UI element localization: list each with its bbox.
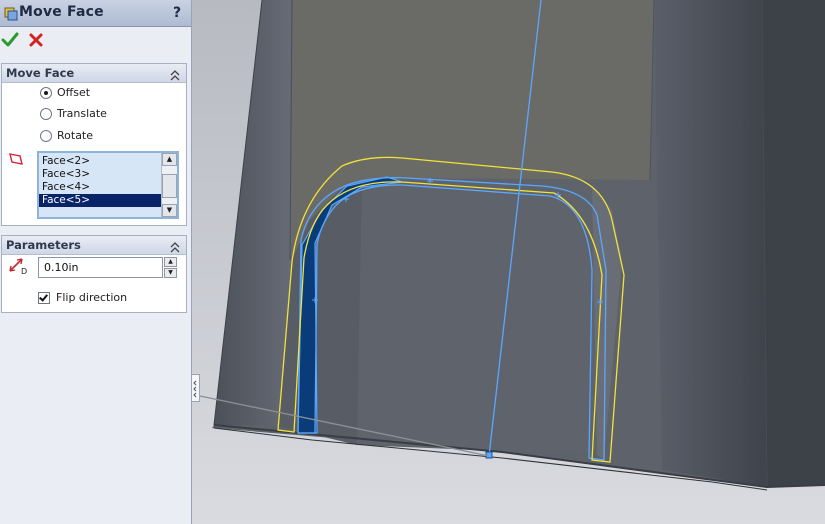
- flip-direction-label: Flip direction: [56, 291, 128, 304]
- panel-title: Move Face: [19, 4, 104, 20]
- help-button[interactable]: ?: [170, 4, 184, 22]
- scroll-down-button[interactable]: ▼: [162, 204, 177, 217]
- radio-translate-button[interactable]: [40, 108, 52, 120]
- check-icon: [1, 32, 19, 47]
- scroll-thumb[interactable]: [162, 174, 177, 198]
- faces-scrollbar[interactable]: ▲ ▼: [161, 153, 177, 217]
- title-bar: Move Face ?: [0, 0, 191, 27]
- list-item-face-2[interactable]: Face<2>: [39, 155, 161, 168]
- distance-spin-down-button[interactable]: ▼: [164, 268, 177, 278]
- list-item-face-5[interactable]: Face<5>: [39, 194, 161, 207]
- faces-listbox[interactable]: Face<2> Face<3> Face<4> Face<5> ▲ ▼: [37, 151, 179, 219]
- distance-icon: D: [7, 255, 29, 276]
- list-item-face-4[interactable]: Face<4>: [39, 181, 161, 194]
- move-face-icon: [4, 6, 18, 21]
- model-view[interactable]: [192, 0, 825, 524]
- faces-selection-icon: [8, 151, 24, 167]
- cancel-button[interactable]: [27, 31, 45, 49]
- graphics-viewport[interactable]: [192, 0, 825, 524]
- chevron-up-icon[interactable]: [170, 239, 180, 253]
- flip-direction-checkbox[interactable]: [38, 292, 50, 304]
- radio-translate-label: Translate: [57, 107, 107, 120]
- property-manager-panel: Move Face ? Move Face Offset Translate R…: [0, 0, 192, 524]
- x-icon: [29, 33, 43, 47]
- ok-button[interactable]: [1, 31, 19, 49]
- svg-text:D: D: [21, 267, 27, 275]
- parameters-group-header[interactable]: Parameters: [2, 236, 186, 255]
- list-item-face-3[interactable]: Face<3>: [39, 168, 161, 181]
- move-face-window: Move Face ? Move Face Offset Translate R…: [0, 0, 825, 524]
- panel-splitter-handle[interactable]: [192, 374, 200, 402]
- scroll-up-button[interactable]: ▲: [162, 153, 177, 166]
- radio-offset-label: Offset: [57, 86, 91, 99]
- distance-field[interactable]: [38, 257, 163, 278]
- parameters-group-title: Parameters: [6, 238, 81, 252]
- move-face-group-title: Move Face: [6, 66, 75, 80]
- chevron-up-icon[interactable]: [170, 67, 180, 81]
- distance-spin-up-button[interactable]: ▲: [164, 257, 177, 267]
- move-face-group-header[interactable]: Move Face: [2, 64, 186, 83]
- radio-rotate-button[interactable]: [40, 130, 52, 142]
- radio-offset-button[interactable]: [40, 87, 52, 99]
- radio-rotate-label: Rotate: [57, 129, 94, 142]
